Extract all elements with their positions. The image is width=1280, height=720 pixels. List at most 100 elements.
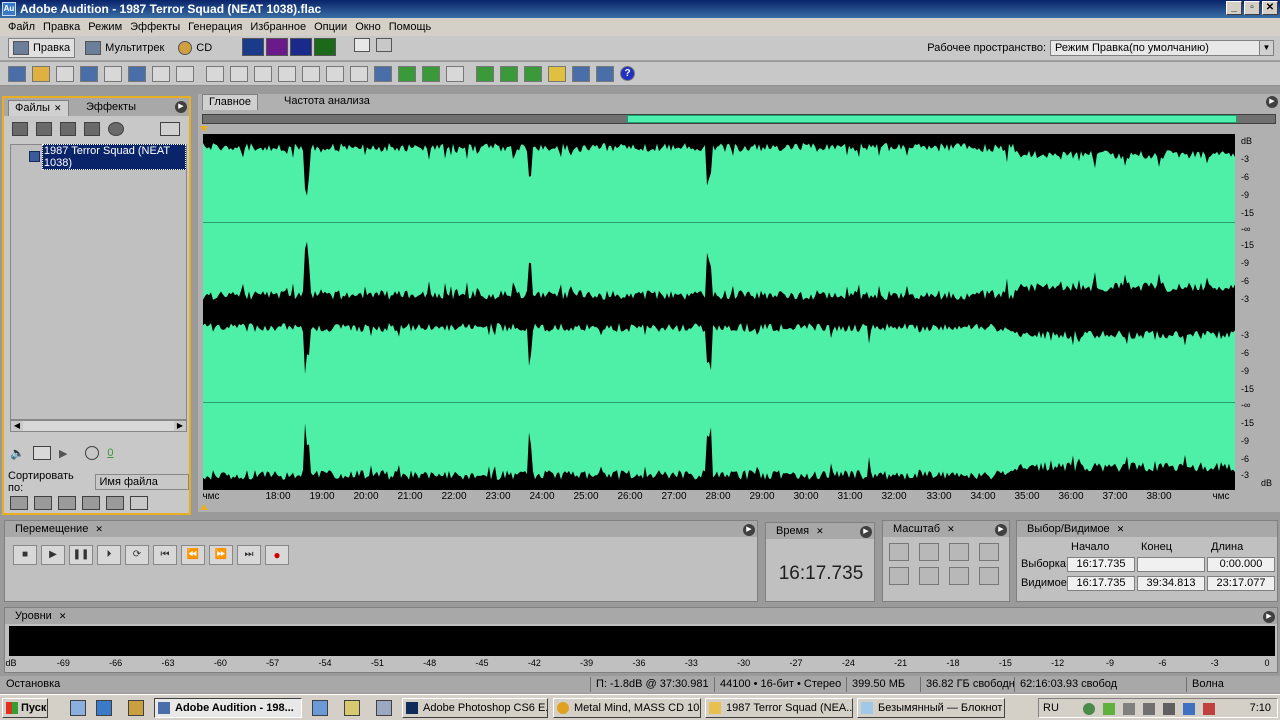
task-notepad[interactable]: Безымянный — Блокнот <box>857 698 1005 718</box>
volume-value[interactable]: 0 <box>107 447 113 459</box>
right-channel[interactable] <box>203 314 1235 490</box>
task-photoshop[interactable]: Adobe Photoshop CS6 E... <box>402 698 548 718</box>
sort-dropdown[interactable]: Имя файла <box>94 474 189 490</box>
paste-icon[interactable] <box>350 65 368 82</box>
mix-paste-icon[interactable] <box>398 65 416 82</box>
scroll-right-icon[interactable]: ▶ <box>174 421 186 431</box>
bridge-icon[interactable] <box>176 65 194 82</box>
new-file-icon[interactable] <box>8 65 26 82</box>
play-icon[interactable]: ▶ <box>59 447 67 460</box>
help-icon[interactable]: ? <box>620 66 635 81</box>
pause-button[interactable]: ❚❚ <box>69 545 93 565</box>
panel-menu-icon[interactable]: ▶ <box>860 526 872 538</box>
selection-end-field[interactable] <box>1137 557 1205 572</box>
tray-app-icon[interactable] <box>1103 703 1115 715</box>
tab-effects[interactable]: Эффекты <box>80 100 142 116</box>
close-button[interactable]: ✕ <box>1262 1 1278 15</box>
close-icon[interactable]: ✕ <box>95 524 103 534</box>
task-audition[interactable]: Adobe Audition - 198... <box>154 698 302 718</box>
loop-icon[interactable] <box>32 446 51 460</box>
close-file-icon[interactable] <box>36 122 52 136</box>
play-from-cursor-button[interactable]: ⏵ <box>97 545 121 565</box>
speaker-icon[interactable]: 🔈 <box>10 446 25 460</box>
view-begin-field[interactable]: 16:17.735 <box>1067 576 1135 591</box>
quicklaunch-app-icon[interactable] <box>128 700 144 716</box>
insert-multitrack-icon[interactable] <box>60 122 76 136</box>
menu-options[interactable]: Опции <box>310 21 351 33</box>
stop-button[interactable]: ■ <box>13 545 37 565</box>
volume-knob-icon[interactable] <box>85 446 100 460</box>
zoom-out-full-icon[interactable] <box>949 543 969 561</box>
show-video-icon[interactable] <box>58 496 76 510</box>
menu-view[interactable]: Режим <box>84 21 126 33</box>
left-channel[interactable] <box>203 134 1235 310</box>
close-icon[interactable]: ✕ <box>816 526 824 536</box>
selection-begin-field[interactable]: 16:17.735 <box>1067 557 1135 572</box>
select-all-icon[interactable] <box>254 65 272 82</box>
save-all-icon[interactable] <box>80 65 98 82</box>
cd-mode-button[interactable]: CD <box>174 38 216 58</box>
phase-view-icon[interactable] <box>314 38 337 56</box>
language-indicator[interactable]: RU <box>1043 702 1059 714</box>
snap-icon[interactable] <box>446 65 464 82</box>
show-cue-icon[interactable] <box>130 496 148 510</box>
task-explorer[interactable]: 1987 Terror Squad (NEA... <box>705 698 853 718</box>
file-list[interactable]: 1987 Terror Squad (NEAT 1038) <box>10 143 187 420</box>
panel-menu-icon[interactable]: ▶ <box>743 524 755 536</box>
marquee-tool-icon[interactable] <box>376 38 393 52</box>
menu-file[interactable]: Файл <box>4 21 39 33</box>
edit-mode-button[interactable]: Правка <box>8 38 76 58</box>
record-button[interactable]: ● <box>265 545 289 565</box>
list-item[interactable]: 1987 Terror Squad (NEAT 1038) <box>29 143 186 170</box>
show-audio-icon[interactable] <box>10 496 28 510</box>
paste-new-icon[interactable] <box>374 65 392 82</box>
menu-help[interactable]: Помощь <box>385 21 436 33</box>
undo-icon[interactable] <box>206 65 224 82</box>
quicklaunch-app-icon[interactable] <box>376 700 392 716</box>
redo-icon[interactable] <box>230 65 248 82</box>
tab-frequency-analysis[interactable]: Частота анализа <box>278 94 376 110</box>
save-selection-icon[interactable] <box>104 65 122 82</box>
crop-icon[interactable] <box>278 65 296 82</box>
network-icon[interactable] <box>1123 703 1135 715</box>
waveform-display[interactable] <box>203 134 1235 490</box>
zoom-right-edge-icon[interactable] <box>919 567 939 585</box>
settings-icon[interactable] <box>548 65 566 82</box>
tray-app-icon[interactable] <box>1163 703 1175 715</box>
maximize-button[interactable]: ▫ <box>1244 1 1260 15</box>
panel-menu-icon[interactable]: ▶ <box>1266 96 1278 108</box>
show-filter-icon[interactable] <box>106 496 124 510</box>
zoom-out-horizontal-icon[interactable] <box>919 543 939 561</box>
zoom-in-horizontal-icon[interactable] <box>889 543 909 561</box>
panel-menu-icon[interactable]: ▶ <box>995 524 1007 536</box>
overview-bar[interactable] <box>202 114 1276 124</box>
show-frequency-icon[interactable] <box>422 65 440 82</box>
menu-window[interactable]: Окно <box>351 21 385 33</box>
zoom-selection-icon[interactable] <box>979 543 999 561</box>
panel-menu-icon[interactable]: ▶ <box>1263 611 1275 623</box>
menu-effects[interactable]: Эффекты <box>126 21 184 33</box>
close-icon[interactable]: ✕ <box>1117 524 1125 534</box>
media-player-icon[interactable] <box>96 700 112 716</box>
snap-to-ruler-icon[interactable] <box>524 65 542 82</box>
horizontal-scrollbar[interactable]: ◀ ▶ <box>10 420 187 432</box>
task-chrome[interactable]: Metal Mind, MASS CD 10... <box>553 698 701 718</box>
close-icon[interactable]: ✕ <box>59 611 67 621</box>
menu-generate[interactable]: Генерация <box>184 21 246 33</box>
zoom-in-vertical-icon[interactable] <box>949 567 969 585</box>
fast-forward-button[interactable]: ⏩ <box>209 545 233 565</box>
close-icon[interactable]: ✕ <box>54 103 62 113</box>
pan-view-icon[interactable] <box>290 38 313 56</box>
go-to-end-button[interactable]: ⏭ <box>237 545 261 565</box>
play-button[interactable]: ▶ <box>41 545 65 565</box>
start-button[interactable]: Пуск <box>2 698 48 718</box>
cut-icon[interactable] <box>326 65 344 82</box>
import-file-icon[interactable] <box>12 122 28 136</box>
ruler-icon[interactable] <box>596 65 614 82</box>
zoom-left-edge-icon[interactable] <box>889 567 909 585</box>
open-file-icon[interactable] <box>32 65 50 82</box>
tab-main[interactable]: Главное <box>202 94 259 110</box>
spectral-view-icon[interactable] <box>266 38 289 56</box>
quicklaunch-app-icon[interactable] <box>344 700 360 716</box>
go-to-start-button[interactable]: ⏮ <box>153 545 177 565</box>
